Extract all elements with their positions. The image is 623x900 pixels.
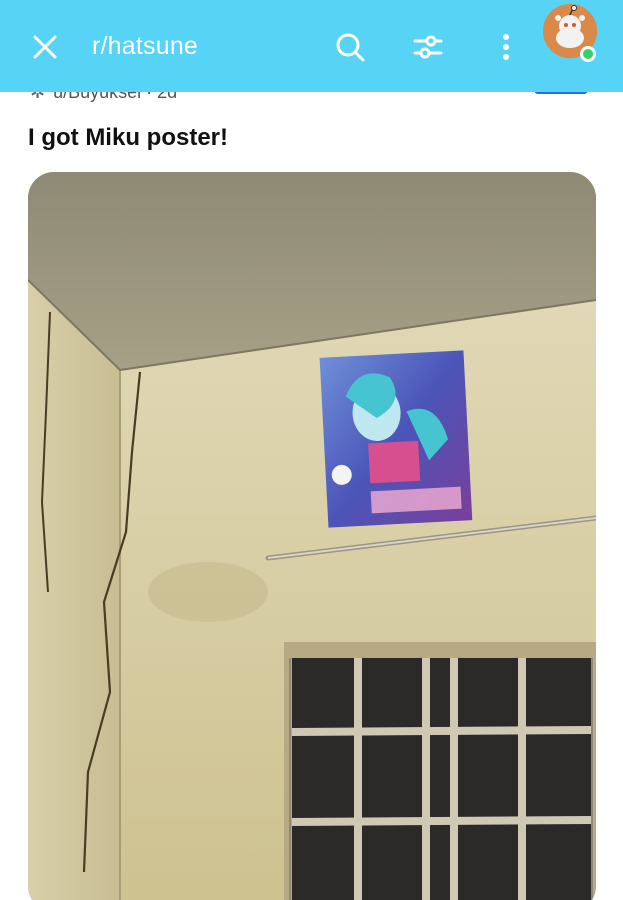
search-button[interactable] (330, 27, 370, 67)
miku-poster-photo (28, 172, 596, 900)
close-icon (33, 35, 57, 59)
online-status-indicator (580, 46, 596, 62)
search-icon (336, 33, 365, 62)
sliders-icon (413, 35, 443, 59)
top-app-bar: r/hatsune (0, 0, 623, 92)
post-image[interactable] (28, 172, 596, 900)
more-options-button[interactable] (486, 27, 526, 67)
close-button[interactable] (28, 30, 62, 64)
subreddit-name[interactable]: r/hatsune (92, 32, 198, 61)
more-vertical-icon (503, 34, 509, 60)
post-title: I got Miku poster! (28, 124, 228, 151)
filter-button[interactable] (408, 27, 448, 67)
